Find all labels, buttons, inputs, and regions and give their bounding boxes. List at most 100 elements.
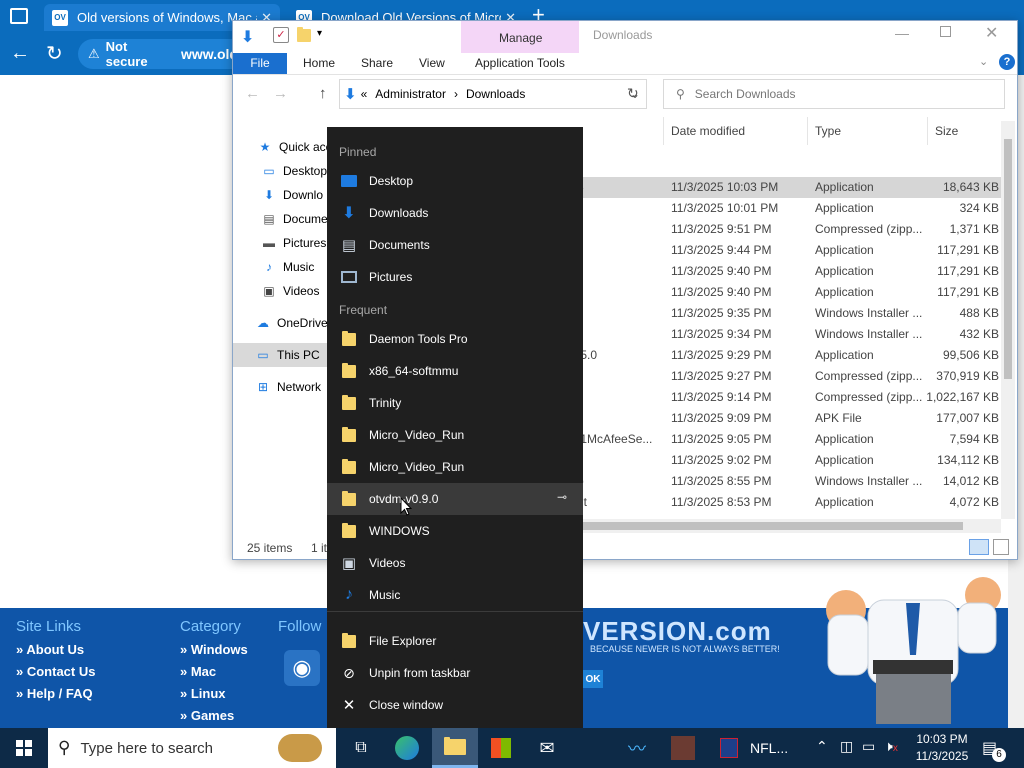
jump-list-item-windows[interactable]: WINDOWS [327, 515, 583, 547]
tab-application-tools[interactable]: Application Tools [475, 53, 565, 75]
help-icon[interactable]: ? [999, 54, 1015, 70]
edge-browser-icon[interactable] [384, 728, 430, 768]
file-row[interactable]: 11/3/2025 9:35 PM Windows Installer ... 48… [569, 303, 1003, 324]
jump-list-item-desktop[interactable]: Desktop [327, 165, 583, 197]
jump-list-item-pictures[interactable]: Pictures [327, 261, 583, 293]
footer-link-help[interactable]: » Help / FAQ [16, 686, 93, 701]
refresh-icon[interactable]: ↻ [46, 41, 63, 66]
file-row[interactable]: .5.0 11/3/2025 9:29 PM Application 99,506 K… [569, 345, 1003, 366]
refresh-address-icon[interactable]: ↻ [627, 85, 639, 102]
volume-muted-icon[interactable]: 🕨x [884, 738, 898, 755]
videos-icon: ▣ [341, 555, 357, 572]
address-bar[interactable]: ⚠ Not secure www.old [78, 39, 238, 69]
health-app-icon[interactable]: 〰 [614, 728, 660, 768]
jump-list-item-daemon-tools-pro[interactable]: Daemon Tools Pro [327, 323, 583, 355]
quick-access-download-icon[interactable]: ⬇ [241, 27, 254, 47]
clock-time[interactable]: 10:03 PM [912, 732, 972, 746]
tab-file[interactable]: File [233, 53, 287, 74]
address-box[interactable]: ⬇ « Administrator › Downloads ⌄ [339, 79, 647, 109]
pin-icon[interactable]: ⊸ [557, 490, 567, 504]
file-row[interactable]: 11/3/2025 9:27 PM Compressed (zipp... 370,… [569, 366, 1003, 387]
jump-list-item-documents[interactable]: ▤ Documents [327, 229, 583, 261]
taskbar-search-box[interactable]: ⚲ Type here to search [48, 728, 336, 768]
start-windows-icon[interactable] [0, 728, 48, 768]
microsoft-store-icon[interactable] [478, 728, 524, 768]
game-app-icon[interactable] [660, 728, 706, 768]
large-icons-view-icon[interactable] [993, 539, 1009, 555]
file-row[interactable]: 311/3/2025 10:03 PMApplication18,643 KB [569, 177, 1003, 198]
file-date: 11/3/2025 9:09 PM [671, 411, 772, 425]
news-widget[interactable]: NFL... [720, 728, 788, 768]
file-row[interactable]: 11/3/2025 9:44 PM Application 117,291 KB [569, 240, 1003, 261]
file-row[interactable]: 11/3/2025 9:40 PM Application 117,291 KB [569, 261, 1003, 282]
file-date: 11/3/2025 9:51 PM [671, 222, 772, 236]
mail-icon[interactable]: ✉ [524, 728, 570, 768]
address-segment-administrator[interactable]: Administrator [375, 87, 446, 101]
footer-link-about[interactable]: » About Us [16, 642, 84, 657]
column-size[interactable]: Size [935, 117, 958, 145]
footer-link-linux[interactable]: » Linux [180, 686, 226, 701]
jump-list-item-unpin-from-taskbar[interactable]: ⊘ Unpin from taskbar [327, 657, 583, 689]
jump-list-item-file-explorer[interactable]: File Explorer [327, 625, 583, 657]
file-row[interactable]: .1McAfeeSe... 11/3/2025 9:05 PM Applicatio… [569, 429, 1003, 450]
network-tray-icon[interactable]: ▭ [862, 738, 875, 755]
back-icon[interactable]: ← [245, 85, 260, 102]
meet-now-icon[interactable]: ◫ [840, 738, 853, 755]
close-button[interactable]: ✕ [985, 23, 998, 43]
footer-link-contact[interactable]: » Contact Us [16, 664, 95, 679]
tab-home[interactable]: Home [303, 53, 335, 75]
horizontal-scrollbar[interactable] [579, 519, 1001, 533]
rss-icon[interactable]: ◉ [284, 650, 320, 686]
file-row[interactable]: 11/3/2025 10:01 PM Application 324 KB [569, 198, 1003, 219]
new-folder-icon[interactable] [297, 27, 311, 42]
address-segment-downloads[interactable]: Downloads [466, 87, 525, 101]
jump-list-item-micro-video-run[interactable]: Micro_Video_Run [327, 451, 583, 483]
tab-view[interactable]: View [419, 53, 445, 75]
search-box[interactable]: ⚲ Search Downloads [663, 79, 1005, 109]
jump-list-item-music[interactable]: ♪ Music [327, 579, 583, 611]
forward-icon[interactable]: → [273, 85, 288, 102]
clock-date[interactable]: 11/3/2025 [912, 749, 972, 763]
file-date: 11/3/2025 10:03 PM [671, 180, 779, 194]
jump-list-item-close-window[interactable]: ✕ Close window [327, 689, 583, 721]
jump-list-item-downloads[interactable]: ⬇ Downloads [327, 197, 583, 229]
file-row[interactable]: 11/3/2025 9:02 PM Application 134,112 KB [569, 450, 1003, 471]
footer-link-games[interactable]: » Games [180, 708, 234, 723]
jump-list-item-otvdm-v0-9-0[interactable]: otvdm-v0.9.0 [327, 483, 583, 515]
vertical-scrollbar[interactable] [1001, 121, 1015, 519]
address-prefix[interactable]: « [361, 87, 368, 101]
jump-list-item-videos[interactable]: ▣ Videos [327, 547, 583, 579]
show-hidden-icons[interactable]: ⌃ [816, 738, 828, 755]
footer-link-mac[interactable]: » Mac [180, 664, 216, 679]
ok-button[interactable]: OK [583, 670, 603, 688]
file-row[interactable]: k11/3/2025 9:09 PMAPK File177,007 KB [569, 408, 1003, 429]
expand-ribbon-icon[interactable]: ⌄ [979, 55, 988, 68]
tab-share[interactable]: Share [361, 53, 393, 75]
file-row[interactable]: nt11/3/2025 8:53 PMApplication4,072 KB [569, 492, 1003, 513]
status-selected-count: 1 it [311, 541, 328, 555]
maximize-button[interactable] [940, 26, 951, 37]
minimize-button[interactable]: — [895, 25, 909, 41]
address-row: ← → ↑ ⬇ « Administrator › Downloads ⌄ ↻ … [233, 75, 1017, 115]
column-type[interactable]: Type [815, 117, 841, 145]
file-row[interactable]: 11/3/2025 9:51 PM Compressed (zipp... 1,37… [569, 219, 1003, 240]
file-row[interactable]: 11/3/2025 9:14 PM Compressed (zipp... 1,02… [569, 387, 1003, 408]
jump-list-item-x86-64-softmmu[interactable]: x86_64-softmmu [327, 355, 583, 387]
file-size: 117,291 KB [937, 285, 999, 299]
file-row[interactable]: 11/3/2025 9:34 PM Windows Installer ... 43… [569, 324, 1003, 345]
tab-actions-icon[interactable] [10, 8, 28, 24]
file-explorer-taskbar-icon[interactable] [432, 728, 478, 768]
file-row[interactable]: p11/3/2025 8:55 PMWindows Installer ...1… [569, 471, 1003, 492]
jump-list-item-trinity[interactable]: Trinity [327, 387, 583, 419]
footer-link-windows[interactable]: » Windows [180, 642, 248, 657]
unpin-icon: ⊘ [343, 664, 355, 681]
customize-quick-access-icon[interactable]: ▾ [317, 28, 322, 39]
details-view-icon[interactable] [969, 539, 989, 555]
up-icon[interactable]: ↑ [319, 85, 327, 102]
file-row[interactable]: 11/3/2025 9:40 PM Application 117,291 KB [569, 282, 1003, 303]
task-view-icon[interactable]: ⧉ [338, 728, 384, 768]
back-arrow-icon[interactable]: ← [10, 42, 30, 65]
properties-icon[interactable]: ✓ [273, 27, 289, 43]
column-date-modified[interactable]: Date modified [671, 117, 745, 145]
jump-list-item-micro-video-run[interactable]: Micro_Video_Run [327, 419, 583, 451]
